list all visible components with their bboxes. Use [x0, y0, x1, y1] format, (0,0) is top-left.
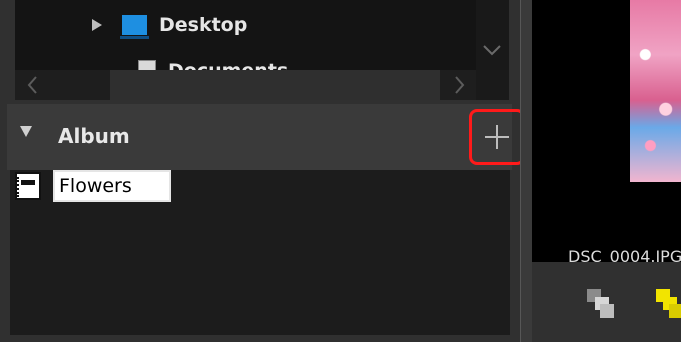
panel-splitter[interactable] [520, 0, 532, 342]
chevron-down-icon [483, 45, 501, 56]
scrollbar-corner [476, 70, 509, 100]
horizontal-scroll-thumb[interactable] [110, 70, 440, 100]
add-album-button[interactable] [469, 109, 525, 165]
desktop-folder-icon [120, 15, 149, 39]
scroll-right-button[interactable] [442, 70, 477, 100]
collapse-arrow-icon[interactable] [20, 126, 32, 137]
divider [520, 0, 521, 342]
scroll-down-button[interactable] [476, 34, 509, 72]
highlight-stack-icon[interactable] [654, 286, 681, 320]
tree-item-label: Desktop [159, 14, 248, 36]
tree-item-desktop[interactable]: Desktop [92, 10, 247, 40]
thumbnail-filename: DSC_0004.JPG [568, 247, 681, 262]
photo-thumbnail[interactable] [630, 0, 681, 182]
stack-icon[interactable] [584, 286, 618, 320]
album-section-title: Album [58, 124, 130, 148]
expand-arrow-icon[interactable] [92, 19, 102, 31]
chevron-left-icon [27, 76, 37, 94]
scroll-left-button[interactable] [15, 70, 50, 100]
album-icon [15, 172, 41, 200]
album-name-input[interactable] [53, 170, 171, 202]
album-list-item[interactable] [15, 170, 171, 202]
plus-icon [485, 125, 509, 149]
chevron-right-icon [455, 76, 465, 94]
